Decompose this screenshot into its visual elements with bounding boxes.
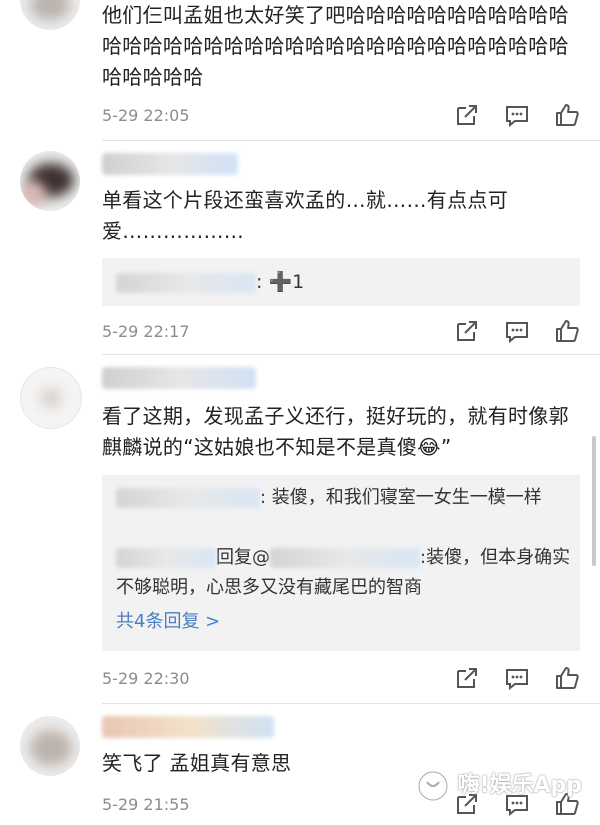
reply-box[interactable]: : ➕1 [102,258,580,306]
reply-box[interactable]: : 装傻，和我们寝室一女生一模一样 回复@:装傻，但本身确实不够聪明，心思多又没… [102,475,580,651]
share-icon[interactable] [454,318,480,344]
reply-username[interactable] [116,272,256,293]
watermark-logo-icon [416,769,450,803]
comment-meta: 5-29 22:30 [102,665,580,695]
comment-time: 5-29 22:17 [102,322,190,341]
reply-username[interactable] [116,548,216,568]
comment-time: 5-29 21:55 [102,795,190,814]
comment-meta: 5-29 22:05 [102,102,580,132]
more-replies-link[interactable]: 共4条回复 > [116,607,571,637]
avatar[interactable] [20,367,82,429]
reply-text: 回复@:装傻，但本身确实不够聪明，心思多又没有藏尾巴的智商 [116,543,571,603]
avatar[interactable] [20,151,80,211]
comment-meta: 5-29 22:17 [102,318,580,348]
scrollbar[interactable] [592,436,596,566]
avatar[interactable] [20,716,80,776]
divider [102,703,600,704]
share-icon[interactable] [454,665,480,691]
share-icon[interactable] [454,102,480,128]
comment-icon[interactable] [504,318,530,344]
like-icon[interactable] [554,665,580,691]
reply-prefix: 回复@ [216,547,270,568]
reply-text: : 装傻，和我们寝室一女生一模一样 [116,483,571,513]
divider [102,354,600,355]
reply-text: : ➕1 [116,267,571,297]
reply-content: : 装傻，和我们寝室一女生一模一样 [260,487,542,508]
username[interactable] [102,153,238,175]
reply-content: : ➕1 [256,271,305,293]
reply-username[interactable] [116,488,260,508]
comment-time: 5-29 22:05 [102,106,190,125]
comment-text: 他们仨叫孟姐也太好笑了吧哈哈哈哈哈哈哈哈哈哈哈哈哈哈哈哈哈哈哈哈哈哈哈哈哈哈哈哈… [102,3,569,89]
username[interactable] [102,716,274,738]
reply-target-username[interactable] [270,548,420,568]
avatar[interactable] [20,0,80,30]
comment-time: 5-29 22:30 [102,669,190,688]
comment-text: 单看这个片段还蛮喜欢孟的…就……有点点可爱……………… [102,188,508,243]
comment-text: 看了这期，发现孟子义还行，挺好玩的，就有时像郭麒麟说的“这姑娘也不知是不是真傻😂… [102,404,569,459]
divider [102,140,600,141]
username[interactable] [102,367,256,389]
like-icon[interactable] [554,102,580,128]
like-icon[interactable] [554,318,580,344]
comment-icon[interactable] [504,102,530,128]
watermark-text: 嗨!娱乐App [457,773,582,798]
comment-icon[interactable] [504,665,530,691]
